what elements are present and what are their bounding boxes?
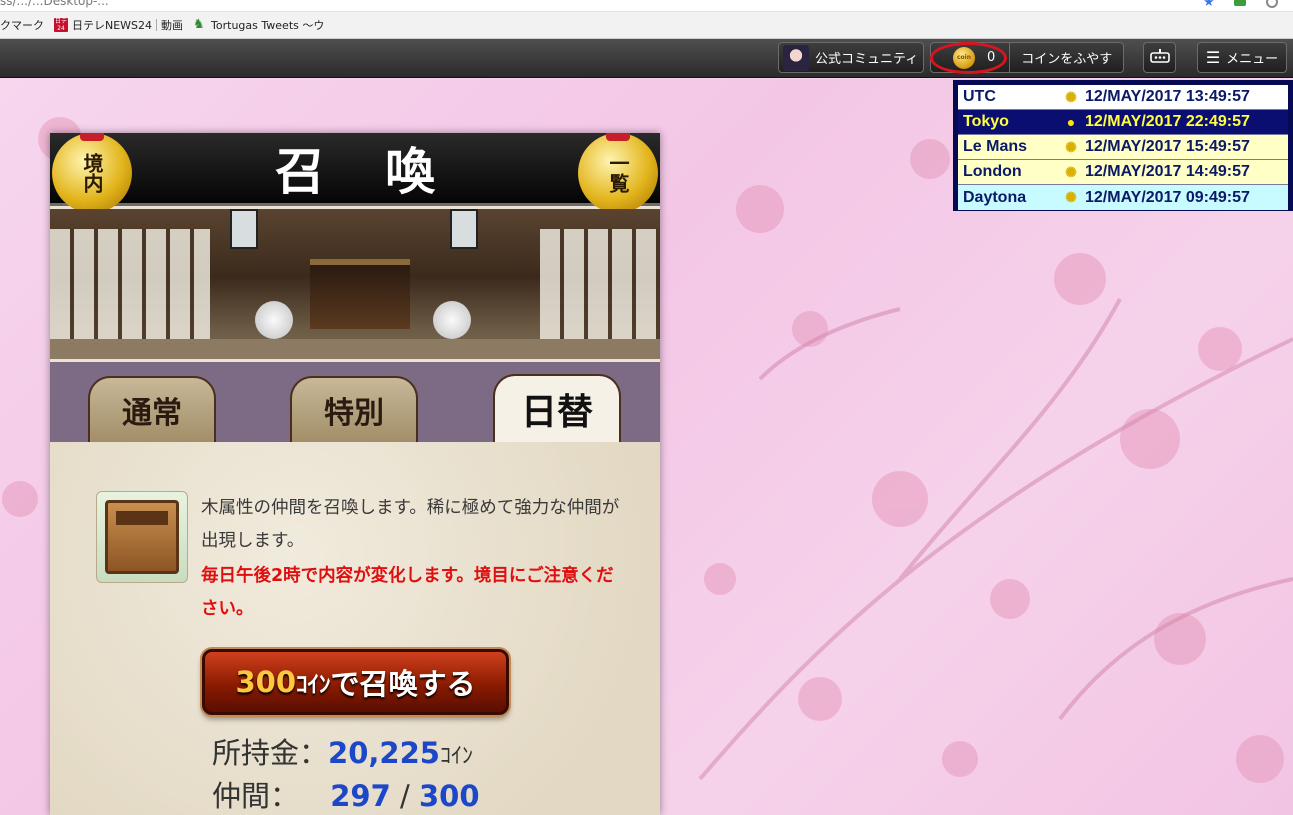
extension-icon[interactable] xyxy=(1234,0,1246,6)
money-value: 20,225 xyxy=(328,736,440,770)
shrine-interior-image xyxy=(50,209,660,359)
coin-icon: coin xyxy=(953,46,975,69)
community-label: 公式コミュニティ xyxy=(815,52,919,67)
ntv-news-icon: 日テ 24 xyxy=(54,18,68,32)
clock-row-london: London ✺ 12/MAY/2017 14:49:57 xyxy=(958,160,1288,185)
clock-city: Le Mans xyxy=(963,138,1028,155)
summon-unit: ｺｲﾝ xyxy=(296,672,331,698)
clock-time: 12/MAY/2017 15:49:57 xyxy=(1085,138,1250,155)
summon-description: 木属性の仲間を召喚します。稀に極めて強力な仲間が出現します。 xyxy=(201,498,620,551)
address-bar[interactable]: ss/.../...Desktop-... ★ xyxy=(0,0,1293,12)
summon-panel: 召喚 境内 一覧 通常 特別 日替 木属性の仲間を召喚します。稀に極めて強力な仲… xyxy=(50,133,660,815)
extension-settings-icon[interactable] xyxy=(1266,0,1278,8)
drum-right xyxy=(433,301,471,339)
summon-content: 木属性の仲間を召喚します。稀に極めて強力な仲間が出現します。 毎日午後2時で内容… xyxy=(50,442,660,815)
world-clock: UTC ✺ 12/MAY/2017 13:49:57 Tokyo ● 12/MA… xyxy=(953,80,1293,211)
summon-box-icon xyxy=(96,491,188,583)
list-bell-button[interactable]: 一覧 xyxy=(578,133,658,213)
clock-time: 12/MAY/2017 14:49:57 xyxy=(1085,163,1250,180)
clock-city: London xyxy=(963,163,1022,180)
clock-row-utc: UTC ✺ 12/MAY/2017 13:49:57 xyxy=(958,85,1288,110)
tab-special[interactable]: 特別 xyxy=(290,376,418,442)
clock-city: Daytona xyxy=(963,188,1027,206)
moon-icon: ● xyxy=(1066,114,1076,130)
gamepad-icon xyxy=(1149,48,1170,67)
summon-price: 300 xyxy=(235,665,297,699)
sun-icon: ✺ xyxy=(1065,88,1077,105)
community-button[interactable]: 公式コミュニティ xyxy=(778,42,924,73)
clock-time: 12/MAY/2017 13:49:57 xyxy=(1085,88,1250,105)
lantern-left xyxy=(230,209,258,249)
clock-time: 12/MAY/2017 09:49:57 xyxy=(1085,188,1250,206)
bookmark-star-icon[interactable]: ★ xyxy=(1203,0,1215,10)
summon-warning: 毎日午後2時で内容が変化します。境目にご注意ください。 xyxy=(201,566,614,619)
menu-label: メニュー xyxy=(1226,52,1279,67)
money-unit: ｺｲﾝ xyxy=(439,744,473,769)
summon-tabs: 通常 特別 日替 xyxy=(50,362,660,442)
avatar xyxy=(783,44,809,71)
divider xyxy=(1009,42,1011,73)
clock-row-tokyo: Tokyo ● 12/MAY/2017 22:49:57 xyxy=(958,110,1288,135)
money-line: 所持金：20,225ｺｲﾝ xyxy=(212,730,473,772)
url-text[interactable]: ss/.../...Desktop-... xyxy=(0,0,109,8)
summon-button[interactable]: 300 ｺｲﾝ で召喚する xyxy=(202,649,509,715)
drum-left xyxy=(255,301,293,339)
clock-time: 12/MAY/2017 22:49:57 xyxy=(1085,113,1250,130)
summon-button-label: で召喚する xyxy=(330,667,476,701)
shoji-wall-left xyxy=(50,229,210,339)
tab-normal[interactable]: 通常 xyxy=(88,376,216,442)
gamepad-button[interactable] xyxy=(1143,42,1176,73)
page-title: 召喚 xyxy=(275,142,495,201)
bookmark-item-ntv[interactable]: 日テ 24 日テレNEWS24 動画 xyxy=(54,17,183,33)
members-label: 仲間： xyxy=(212,779,300,813)
members-max: 300 xyxy=(419,779,480,813)
coin-count: 0 xyxy=(987,50,996,65)
shoji-wall-right xyxy=(540,229,660,339)
sun-icon: ✺ xyxy=(1065,163,1077,180)
members-line: 仲間： 297 / 300 xyxy=(212,773,480,815)
precinct-bell-button[interactable]: 境内 xyxy=(52,133,132,213)
increase-coins-button[interactable]: coin 0 コインをふやす xyxy=(930,42,1124,73)
menu-button[interactable]: ☰ メニュー xyxy=(1197,42,1287,73)
clock-row-daytona: Daytona ✺ 12/MAY/2017 09:49:57 xyxy=(958,185,1288,210)
floor xyxy=(50,339,660,359)
clock-city: UTC xyxy=(963,88,996,105)
sun-icon: ✺ xyxy=(1065,138,1077,155)
money-label: 所持金： xyxy=(212,736,329,770)
bookmarks-bar: クマーク 日テ 24 日テレNEWS24 動画 ♞ Tortugas Tweets… xyxy=(0,12,1293,39)
clock-row-lemans: Le Mans ✺ 12/MAY/2017 15:49:57 xyxy=(958,135,1288,160)
separator xyxy=(156,19,158,31)
altar xyxy=(310,259,410,329)
bookmark-item-tortugas[interactable]: ♞ Tortugas Tweets 〜ウ xyxy=(193,17,324,33)
sun-icon: ✺ xyxy=(1065,189,1077,205)
tortoise-icon: ♞ xyxy=(193,17,205,32)
members-separator: / xyxy=(390,779,419,813)
clock-city: Tokyo xyxy=(963,113,1009,130)
panel-header: 召喚 xyxy=(50,133,660,206)
menu-icon: ☰ xyxy=(1205,47,1221,67)
members-current: 297 xyxy=(330,779,391,813)
top-toolbar: 公式コミュニティ coin 0 コインをふやす ☰ メニュー xyxy=(0,39,1293,78)
increase-coins-label: コインをふやす xyxy=(1021,52,1113,67)
bookmark-item[interactable]: クマーク xyxy=(0,17,44,33)
tab-daily[interactable]: 日替 xyxy=(493,374,621,442)
lantern-right xyxy=(450,209,478,249)
